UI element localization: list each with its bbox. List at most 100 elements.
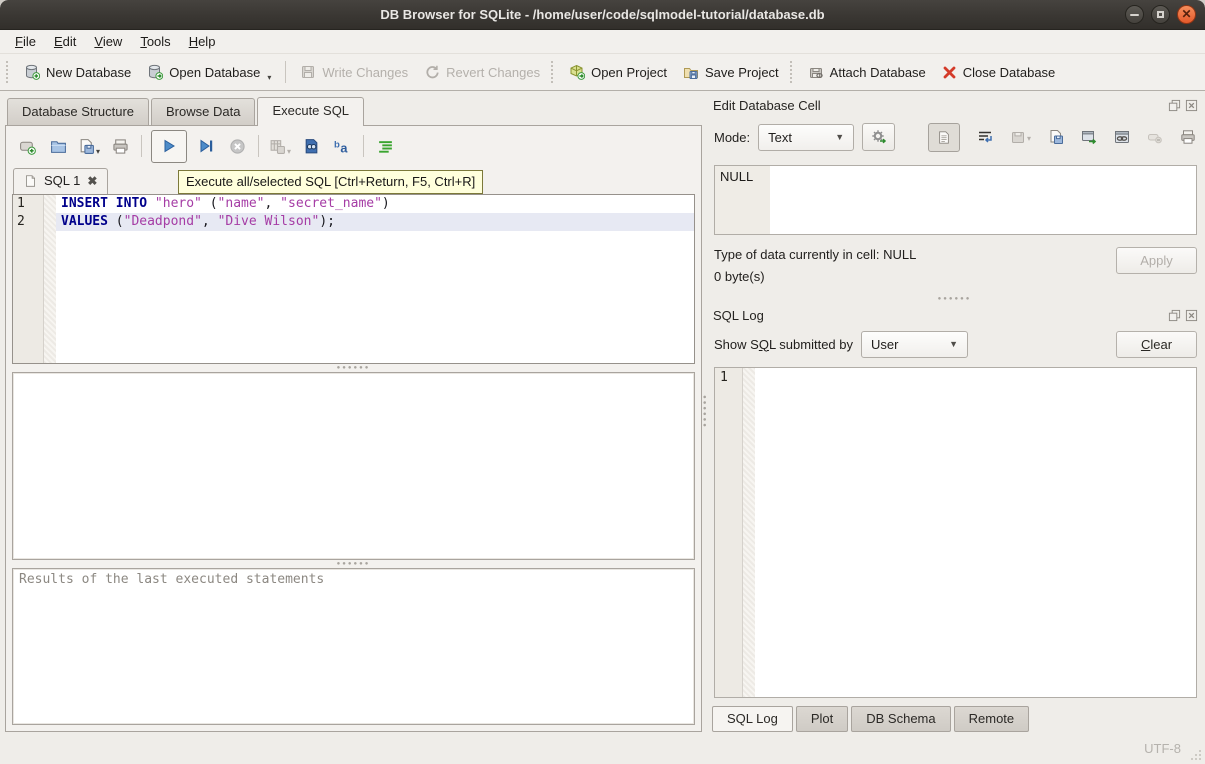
format-sql-button[interactable]	[373, 134, 397, 158]
save-sql-file-button[interactable]: ▾	[77, 134, 101, 158]
open-database-button[interactable]: Open Database ▾	[139, 60, 279, 84]
stop-icon	[229, 138, 246, 155]
mode-select[interactable]: Text ▼	[758, 124, 854, 151]
fold-margin	[44, 195, 56, 213]
clear-log-button[interactable]: Clear	[1116, 331, 1197, 358]
print-cell-icon[interactable]	[1180, 129, 1196, 145]
code-line[interactable]: 2VALUES ("Deadpond", "Dive Wilson");	[13, 213, 694, 231]
sql-tab-label: SQL 1	[44, 173, 80, 188]
close-sql-tab-icon[interactable]: ✖	[87, 175, 97, 187]
open-external-icon[interactable]	[1081, 129, 1097, 145]
sql-editor-lines: 1INSERT INTO "hero" ("name", "secret_nam…	[13, 195, 694, 231]
menu-view[interactable]: View	[85, 31, 131, 52]
float-dock-icon[interactable]	[1168, 309, 1181, 322]
open-database-icon	[147, 64, 163, 80]
open-sql-file-button[interactable]	[46, 134, 70, 158]
right-dock: Edit Database Cell Mode: Text ▼	[706, 91, 1205, 732]
write-changes-button: Write Changes	[292, 60, 416, 84]
auto-completion-icon: b a	[333, 138, 351, 155]
open-database-dropdown-arrow[interactable]: ▾	[267, 73, 271, 82]
revert-changes-button: Revert Changes	[416, 60, 548, 84]
tab-database-structure[interactable]: Database Structure	[7, 98, 149, 125]
text-mode-toggle[interactable]	[928, 123, 960, 152]
resize-grip[interactable]	[1191, 750, 1201, 760]
print-icon	[112, 138, 129, 155]
import-cell-icon	[1010, 129, 1026, 145]
results-splitter[interactable]: ●●●●●●	[6, 560, 701, 568]
editor-splitter[interactable]: ●●●●●●	[6, 364, 701, 372]
app-window: DB Browser for SQLite - /home/user/code/…	[0, 0, 1205, 764]
menubar: File Edit View Tools Help	[0, 30, 1205, 54]
close-database-button[interactable]: Close Database	[934, 61, 1064, 84]
sql-code-editor[interactable]: 1INSERT INTO "hero" ("name", "secret_nam…	[12, 194, 695, 364]
code-text: INSERT INTO "hero" ("name", "secret_name…	[56, 195, 694, 213]
maximize-button[interactable]	[1151, 5, 1170, 24]
log-source-select[interactable]: User ▼	[861, 331, 968, 358]
execute-all-button[interactable]	[151, 130, 187, 163]
results-message-area[interactable]: Results of the last executed statements	[12, 568, 695, 725]
find-icon	[303, 138, 320, 155]
menu-help[interactable]: Help	[180, 31, 225, 52]
menu-tools[interactable]: Tools	[131, 31, 179, 52]
code-text: VALUES ("Deadpond", "Dive Wilson");	[56, 213, 694, 231]
close-dock-icon[interactable]	[1185, 99, 1198, 112]
save-sql-dropdown-arrow[interactable]: ▾	[96, 147, 100, 156]
open-sql-file-icon	[50, 138, 67, 155]
dock-tab-remote[interactable]: Remote	[954, 706, 1030, 732]
dock-tab-bar: SQL Log Plot DB Schema Remote	[712, 706, 1198, 732]
sql-1-tab[interactable]: SQL 1 ✖	[13, 168, 108, 194]
print-sql-button[interactable]	[108, 134, 132, 158]
cell-type-info: Type of data currently in cell: NULL	[714, 247, 916, 262]
set-null-icon	[1147, 129, 1163, 145]
code-line[interactable]: 1INSERT INTO "hero" ("name", "secret_nam…	[13, 195, 694, 213]
tab-execute-sql[interactable]: Execute SQL	[257, 97, 364, 126]
mode-label: Mode:	[714, 130, 750, 145]
word-wrap-icon[interactable]	[977, 129, 993, 145]
cell-value: NULL	[720, 169, 753, 184]
sql-toolbar-separator	[258, 135, 259, 157]
encoding-indicator[interactable]: UTF-8	[1144, 741, 1181, 756]
dock-tab-sql-log[interactable]: SQL Log	[712, 706, 793, 732]
fold-margin	[44, 213, 56, 231]
save-sql-file-icon	[78, 138, 95, 155]
titlebar[interactable]: DB Browser for SQLite - /home/user/code/…	[0, 0, 1205, 30]
log-line-number: 1	[720, 370, 728, 385]
sql-toolbar-separator	[141, 135, 142, 157]
toolbar-drag-handle[interactable]	[551, 61, 555, 83]
toolbar-drag-handle[interactable]	[790, 61, 794, 83]
attach-database-button[interactable]: Attach Database	[800, 60, 934, 84]
close-dock-icon[interactable]	[1185, 309, 1198, 322]
minimize-icon	[1130, 14, 1139, 16]
cell-mode-row: Mode: Text ▼	[711, 115, 1198, 159]
results-grid[interactable]	[12, 372, 695, 560]
edit-cell-header: Edit Database Cell	[711, 95, 1198, 115]
toolbar-drag-handle[interactable]	[6, 61, 10, 83]
new-database-button[interactable]: New Database	[16, 60, 139, 84]
execute-line-button[interactable]	[194, 134, 218, 158]
save-project-button[interactable]: Save Project	[675, 60, 787, 84]
menu-file[interactable]: File	[6, 31, 45, 52]
dock-splitter[interactable]: ●●●●●●	[711, 293, 1198, 305]
menu-edit[interactable]: Edit	[45, 31, 85, 52]
close-database-icon	[942, 65, 957, 80]
minimize-button[interactable]	[1125, 5, 1144, 24]
auto-completion-button[interactable]: b a	[330, 134, 354, 158]
dock-tab-db-schema[interactable]: DB Schema	[851, 706, 950, 732]
execute-line-icon	[198, 138, 214, 154]
open-project-button[interactable]: Open Project	[561, 60, 675, 84]
auto-apply-button[interactable]	[862, 123, 895, 151]
dock-tab-plot[interactable]: Plot	[796, 706, 848, 732]
sql-log-view[interactable]: 1	[714, 367, 1197, 698]
float-dock-icon[interactable]	[1168, 99, 1181, 112]
export-cell-icon[interactable]	[1048, 129, 1064, 145]
close-button[interactable]: ✕	[1177, 5, 1196, 24]
link-data-icon[interactable]	[1114, 129, 1130, 145]
main-tab-bar: Database Structure Browse Data Execute S…	[7, 97, 702, 125]
tooltip: Execute all/selected SQL [Ctrl+Return, F…	[178, 170, 483, 194]
find-button[interactable]	[299, 134, 323, 158]
new-sql-tab-button[interactable]	[15, 134, 39, 158]
results-placeholder: Results of the last executed statements	[19, 572, 324, 587]
window-title: DB Browser for SQLite - /home/user/code/…	[0, 7, 1205, 22]
cell-value-editor[interactable]: NULL	[714, 165, 1197, 235]
tab-browse-data[interactable]: Browse Data	[151, 98, 255, 125]
